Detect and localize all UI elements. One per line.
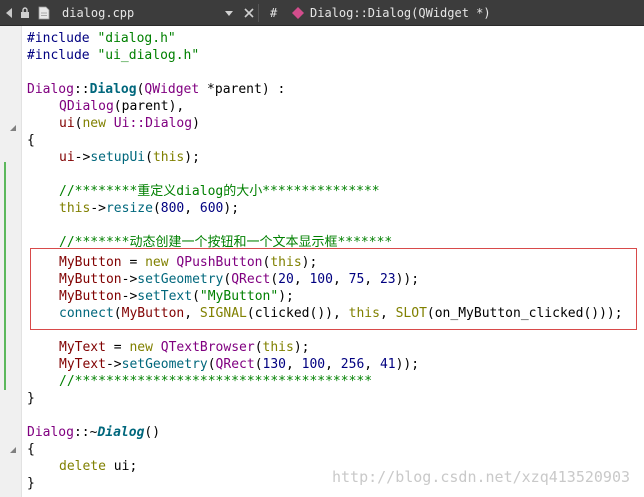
punct: ( [145,150,153,165]
arrow-operator: -> [90,201,106,216]
code-line: //********重定义dialog的大小*************** [59,183,380,200]
code-line: #include "ui_dialog.h" [27,47,199,64]
function-call: resize [105,201,153,216]
keyword: this [152,150,185,165]
arrow-operator: -> [105,357,122,372]
number: 256 [340,357,365,372]
number: 600 [199,201,224,216]
punct: , [325,357,341,372]
punct: ); [184,150,200,165]
member: MyText [59,340,106,355]
close-icon[interactable] [244,0,254,26]
code-line: QDialog(parent), [59,98,184,115]
function-call: setupUi [90,150,146,165]
hash-label: # [270,6,278,20]
punct: ); [223,201,240,216]
comment: //************************************** [59,374,373,389]
keyword: new [82,116,106,131]
punct: ( [207,357,216,372]
fold-arrow-icon[interactable] [9,118,17,137]
member: ui [59,150,75,165]
punct: ) [192,116,200,131]
member: ui [59,116,75,131]
editor-gutter [0,26,22,497]
code-line: this->resize(800, 600); [59,200,239,217]
punct: , [184,201,200,216]
class-name: Ui::Dialog [105,116,193,131]
code-line: { [27,133,35,148]
code-line: Dialog::~Dialog() [27,424,160,441]
watermark: http://blog.csdn.net/xzq413520903 [331,468,630,486]
scope-operator: :: [73,82,90,97]
code-line: ui->setupUi(this); [59,149,200,166]
toolbar-divider [258,4,259,22]
member: MyText [59,357,106,372]
lock-icon [20,0,30,26]
code-line: ui(new Ui::Dialog) [59,115,200,132]
params: *parent) : [199,82,286,97]
code-line: MyText = new QTextBrowser(this); [59,339,309,356]
keyword: this [59,201,91,216]
punct: , [364,357,380,372]
code-line: MyText->setGeometry(QRect(130, 100, 256,… [59,356,419,373]
code-line: Dialog::Dialog(QWidget *parent) : [27,81,285,98]
file-tab-label[interactable]: dialog.cpp [62,0,134,26]
punct: ( [254,340,263,355]
string-literal: "ui_dialog.h" [97,48,200,63]
keyword: this [262,340,294,355]
class-name: QDialog [59,99,114,114]
code-line: delete ui; [59,458,137,475]
keyword: delete [59,459,106,474]
symbol-selector[interactable]: Dialog::Dialog(QWidget *) [310,0,491,26]
code-line: } [27,391,35,406]
type-name: QWidget [144,82,200,97]
function-name: Dialog [97,425,145,440]
number: 800 [160,201,185,216]
punct: , [286,357,302,372]
comment: //********重定义dialog的大小*************** [59,184,380,199]
code-editor[interactable]: #include "dialog.h" #include "ui_dialog.… [22,26,644,497]
number: 130 [262,357,286,372]
function-name: Dialog [89,82,137,97]
punct: = [105,340,130,355]
punct: ( [152,201,161,216]
highlight-box [30,248,637,330]
preprocessor: #include [27,31,90,46]
class-name: Dialog [27,82,74,97]
back-arrow-icon[interactable] [4,0,14,26]
code-line: //************************************** [59,373,372,390]
number: 41 [379,357,396,372]
punct: ); [293,340,310,355]
statement: ui; [105,459,138,474]
code-line: #include "dialog.h" [27,30,176,47]
function-call: setGeometry [121,357,208,372]
punct: ( [254,357,263,372]
class-name: QTextBrowser [152,340,255,355]
code-line: { [27,442,35,457]
arrow-operator: -> [74,150,91,165]
keyword: new [129,340,153,355]
params: () [144,425,161,440]
class-name: Dialog [27,425,74,440]
preprocessor: #include [27,48,90,63]
file-icon [38,0,50,26]
class-name: QRect [215,357,255,372]
args: (parent), [113,99,185,114]
fold-arrow-icon[interactable] [9,440,17,459]
function-symbol-icon [292,0,304,26]
string-literal: "dialog.h" [97,31,176,46]
dropdown-chevron-icon[interactable] [224,0,234,26]
number: 100 [301,357,326,372]
scope-operator: ::~ [73,425,98,440]
change-marker [4,162,6,390]
editor-toolbar: dialog.cpp # Dialog::Dialog(QWidget *) [0,0,644,26]
code-line: } [27,476,35,491]
punct: )); [395,357,420,372]
